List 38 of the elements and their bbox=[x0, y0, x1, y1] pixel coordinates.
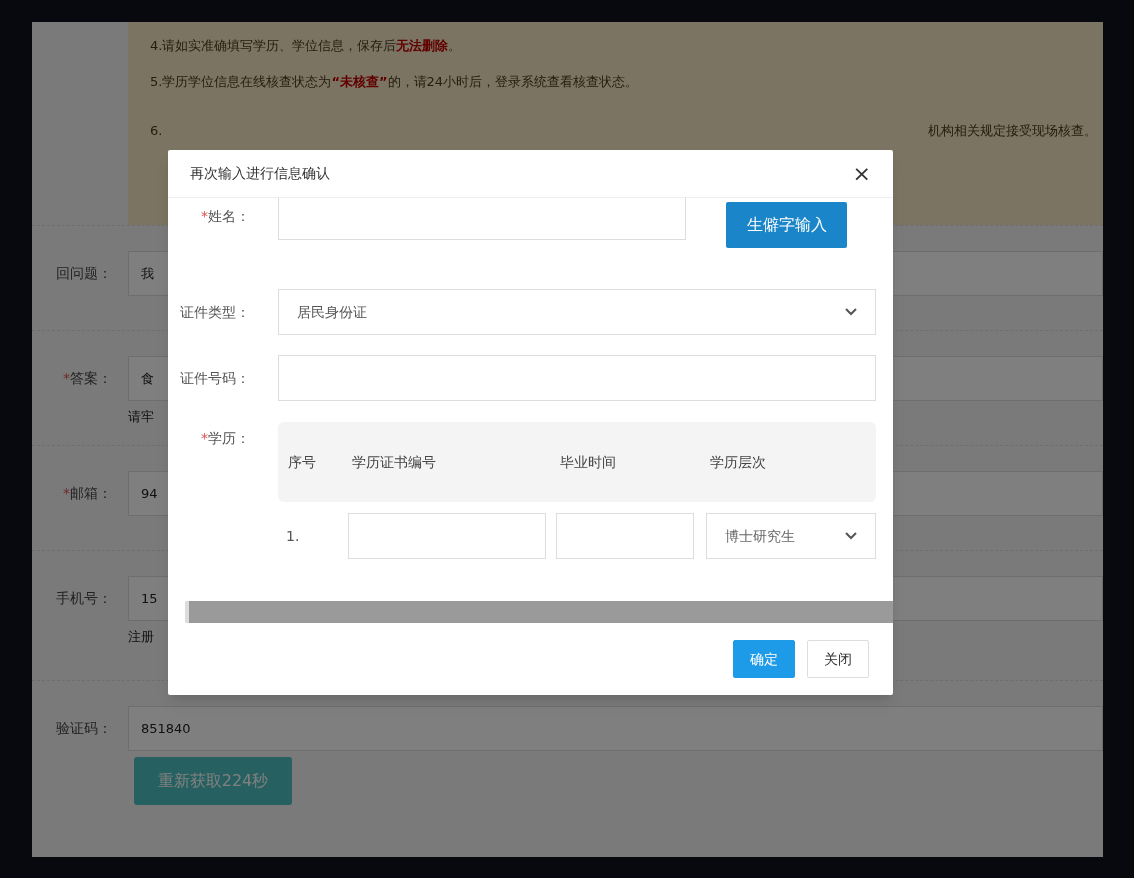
dialog-title: 再次输入进行信息确认 bbox=[190, 164, 330, 183]
field-label: 证件号码： bbox=[180, 368, 250, 388]
field-label: 学历： bbox=[208, 429, 250, 448]
close-dialog-button[interactable]: 关闭 bbox=[807, 640, 869, 678]
chevron-down-icon bbox=[845, 532, 857, 540]
column-header: 学历证书编号 bbox=[351, 452, 437, 472]
field-label: 证件类型： bbox=[180, 302, 250, 322]
notice-text: 5.学历学位信息在线核查状态为“未核查”的，请24小时后，登录系统查看核查状态。 bbox=[150, 72, 640, 91]
column-header: 毕业时间 bbox=[559, 452, 617, 472]
input-field[interactable]: 851840 bbox=[128, 706, 1103, 751]
name-field[interactable] bbox=[278, 198, 686, 240]
field-label: 姓名： bbox=[208, 207, 250, 226]
id-type-select[interactable]: 居民身份证 bbox=[278, 289, 876, 335]
required-mark: * bbox=[63, 369, 70, 388]
column-header: 序号 bbox=[287, 452, 317, 472]
notice-text: 6. bbox=[150, 122, 163, 140]
required-mark: * bbox=[201, 207, 208, 226]
field-label: 手机号： bbox=[56, 589, 112, 608]
id-number-field[interactable] bbox=[278, 355, 876, 401]
field-label: 答案： bbox=[70, 369, 112, 388]
education-level-select[interactable]: 博士研究生 bbox=[706, 513, 876, 559]
field-label: 验证码： bbox=[56, 719, 112, 738]
horizontal-scrollbar[interactable] bbox=[185, 601, 893, 623]
certificate-number-field[interactable] bbox=[348, 513, 546, 559]
field-hint: 注册 bbox=[128, 628, 155, 646]
field-label: 邮箱： bbox=[70, 484, 112, 503]
required-mark: * bbox=[63, 484, 70, 503]
field-label: 回问题： bbox=[56, 264, 112, 283]
notice-text: 机构相关规定接受现场核查。 bbox=[928, 122, 1097, 140]
close-button[interactable]: × bbox=[852, 162, 871, 185]
row-index: 1. bbox=[285, 526, 301, 546]
column-header: 学历层次 bbox=[709, 452, 766, 472]
field-hint: 请牢 bbox=[128, 408, 155, 426]
rare-character-button[interactable]: 生僻字输入 bbox=[726, 202, 847, 248]
chevron-down-icon bbox=[845, 308, 857, 316]
graduation-date-field[interactable] bbox=[556, 513, 694, 559]
required-mark: * bbox=[201, 429, 208, 448]
notice-text: 4.请如实准确填写学历、学位信息，保存后无法删除。 bbox=[150, 37, 463, 55]
